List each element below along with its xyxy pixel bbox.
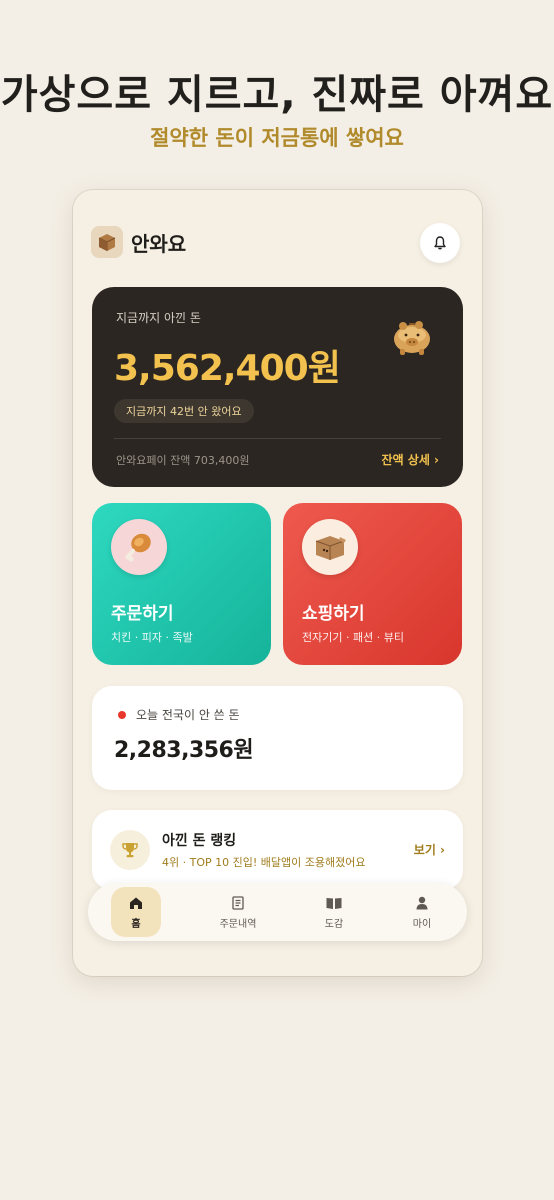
order-subtitle: 치킨 · 피자 · 족발: [111, 631, 193, 644]
ranking-card[interactable]: 아낀 돈 랭킹 4위 · TOP 10 진입! 배달앱이 조용해졌어요 보기 ›: [92, 810, 463, 890]
nav-orders-label: 주문내역: [219, 918, 257, 930]
box-logo-icon: [91, 226, 123, 258]
balance-detail-link[interactable]: 잔액 상세 ›: [382, 451, 439, 468]
nav-my[interactable]: 마이: [392, 883, 452, 941]
bell-icon: [434, 236, 446, 250]
order-title: 주문하기: [111, 604, 174, 624]
promo-headline: 가상으로 지르고, 진짜로 아껴요: [0, 72, 554, 118]
national-savings-card: 오늘 전국이 안 쓴 돈 2,283,356원: [92, 686, 463, 790]
national-amount: 2,283,356원: [114, 738, 254, 763]
national-label: 오늘 전국이 안 쓴 돈: [136, 708, 240, 722]
home-icon: [130, 897, 142, 909]
app-header: 안와요: [91, 226, 186, 258]
bottom-navigation: 홈 주문내역 도감 마이: [88, 883, 467, 941]
count-badge: 지금까지 42번 안 왔어요: [114, 399, 254, 423]
receipt-icon: [232, 895, 244, 910]
book-icon: [326, 897, 342, 909]
savings-card: 지금까지 아낀 돈 3,562,400원 지금까지 42번 안 왔어요 안와요페…: [92, 287, 463, 487]
order-button[interactable]: 주문하기 치킨 · 피자 · 족발: [92, 503, 271, 665]
piggy-bank-icon: [389, 315, 435, 361]
nav-home[interactable]: 홈: [111, 887, 161, 937]
shopping-box-icon: [302, 519, 358, 575]
app-name: 안와요: [131, 231, 187, 256]
nav-my-label: 마이: [412, 918, 432, 930]
nav-orders[interactable]: 주문내역: [208, 883, 268, 941]
savings-amount: 3,562,400원: [114, 348, 341, 389]
nav-collection[interactable]: 도감: [304, 883, 364, 941]
app-screen: 안와요 지금까지 아낀 돈 3,562,400원 지금까지 42번 안 왔어요 …: [73, 190, 482, 976]
nav-home-label: 홈: [131, 918, 141, 930]
card-divider: [114, 438, 441, 439]
chicken-drumstick-icon: [111, 519, 167, 575]
notification-button[interactable]: [420, 223, 460, 263]
pay-balance: 안와요페이 잔액 703,400원: [116, 454, 250, 467]
savings-label: 지금까지 아낀 돈: [116, 311, 201, 325]
ranking-subtitle: 4위 · TOP 10 진입! 배달앱이 조용해졌어요: [162, 856, 366, 869]
ranking-view-link[interactable]: 보기 ›: [414, 841, 445, 858]
person-icon: [416, 896, 428, 909]
promo-subline: 절약한 돈이 저금통에 쌓여요: [150, 126, 404, 150]
nav-collection-label: 도감: [324, 918, 344, 930]
ranking-title: 아낀 돈 랭킹: [162, 833, 237, 849]
shopping-subtitle: 전자기기 · 패션 · 뷰티: [302, 631, 404, 644]
shopping-title: 쇼핑하기: [302, 604, 365, 624]
trophy-icon: [110, 830, 150, 870]
shopping-button[interactable]: 쇼핑하기 전자기기 · 패션 · 뷰티: [283, 503, 462, 665]
live-indicator-dot: [118, 711, 126, 719]
